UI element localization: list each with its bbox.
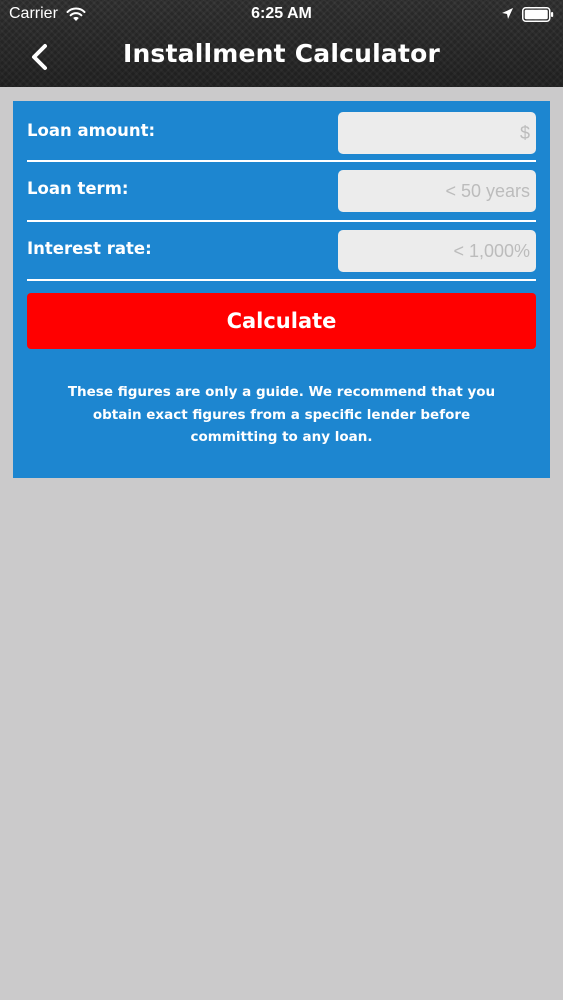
divider [27,279,536,281]
interest-rate-row: Interest rate: [13,220,550,280]
interest-rate-label: Interest rate: [27,239,152,258]
loan-amount-label: Loan amount: [27,121,156,140]
loan-amount-input[interactable] [338,112,536,154]
calculate-button[interactable]: Calculate [27,293,536,349]
status-time: 6:25 AM [251,5,312,22]
location-icon [502,8,513,19]
calculator-panel: Loan amount: Loan term: Interest rate: C… [13,101,550,478]
nav-bar: Installment Calculator [0,30,563,87]
top-bar: Carrier 6:25 AM Installment Calculator [0,0,563,87]
page-title: Installment Calculator [122,39,441,68]
battery-icon [522,7,554,22]
interest-rate-input[interactable] [338,230,536,272]
loan-term-input[interactable] [338,170,536,212]
disclaimer-text: These figures are only a guide. We recom… [67,384,496,445]
loan-term-label: Loan term: [27,179,129,198]
status-bar: Carrier 6:25 AM [0,0,563,30]
loan-amount-row: Loan amount: [13,102,550,162]
loan-term-row: Loan term: [13,160,550,220]
